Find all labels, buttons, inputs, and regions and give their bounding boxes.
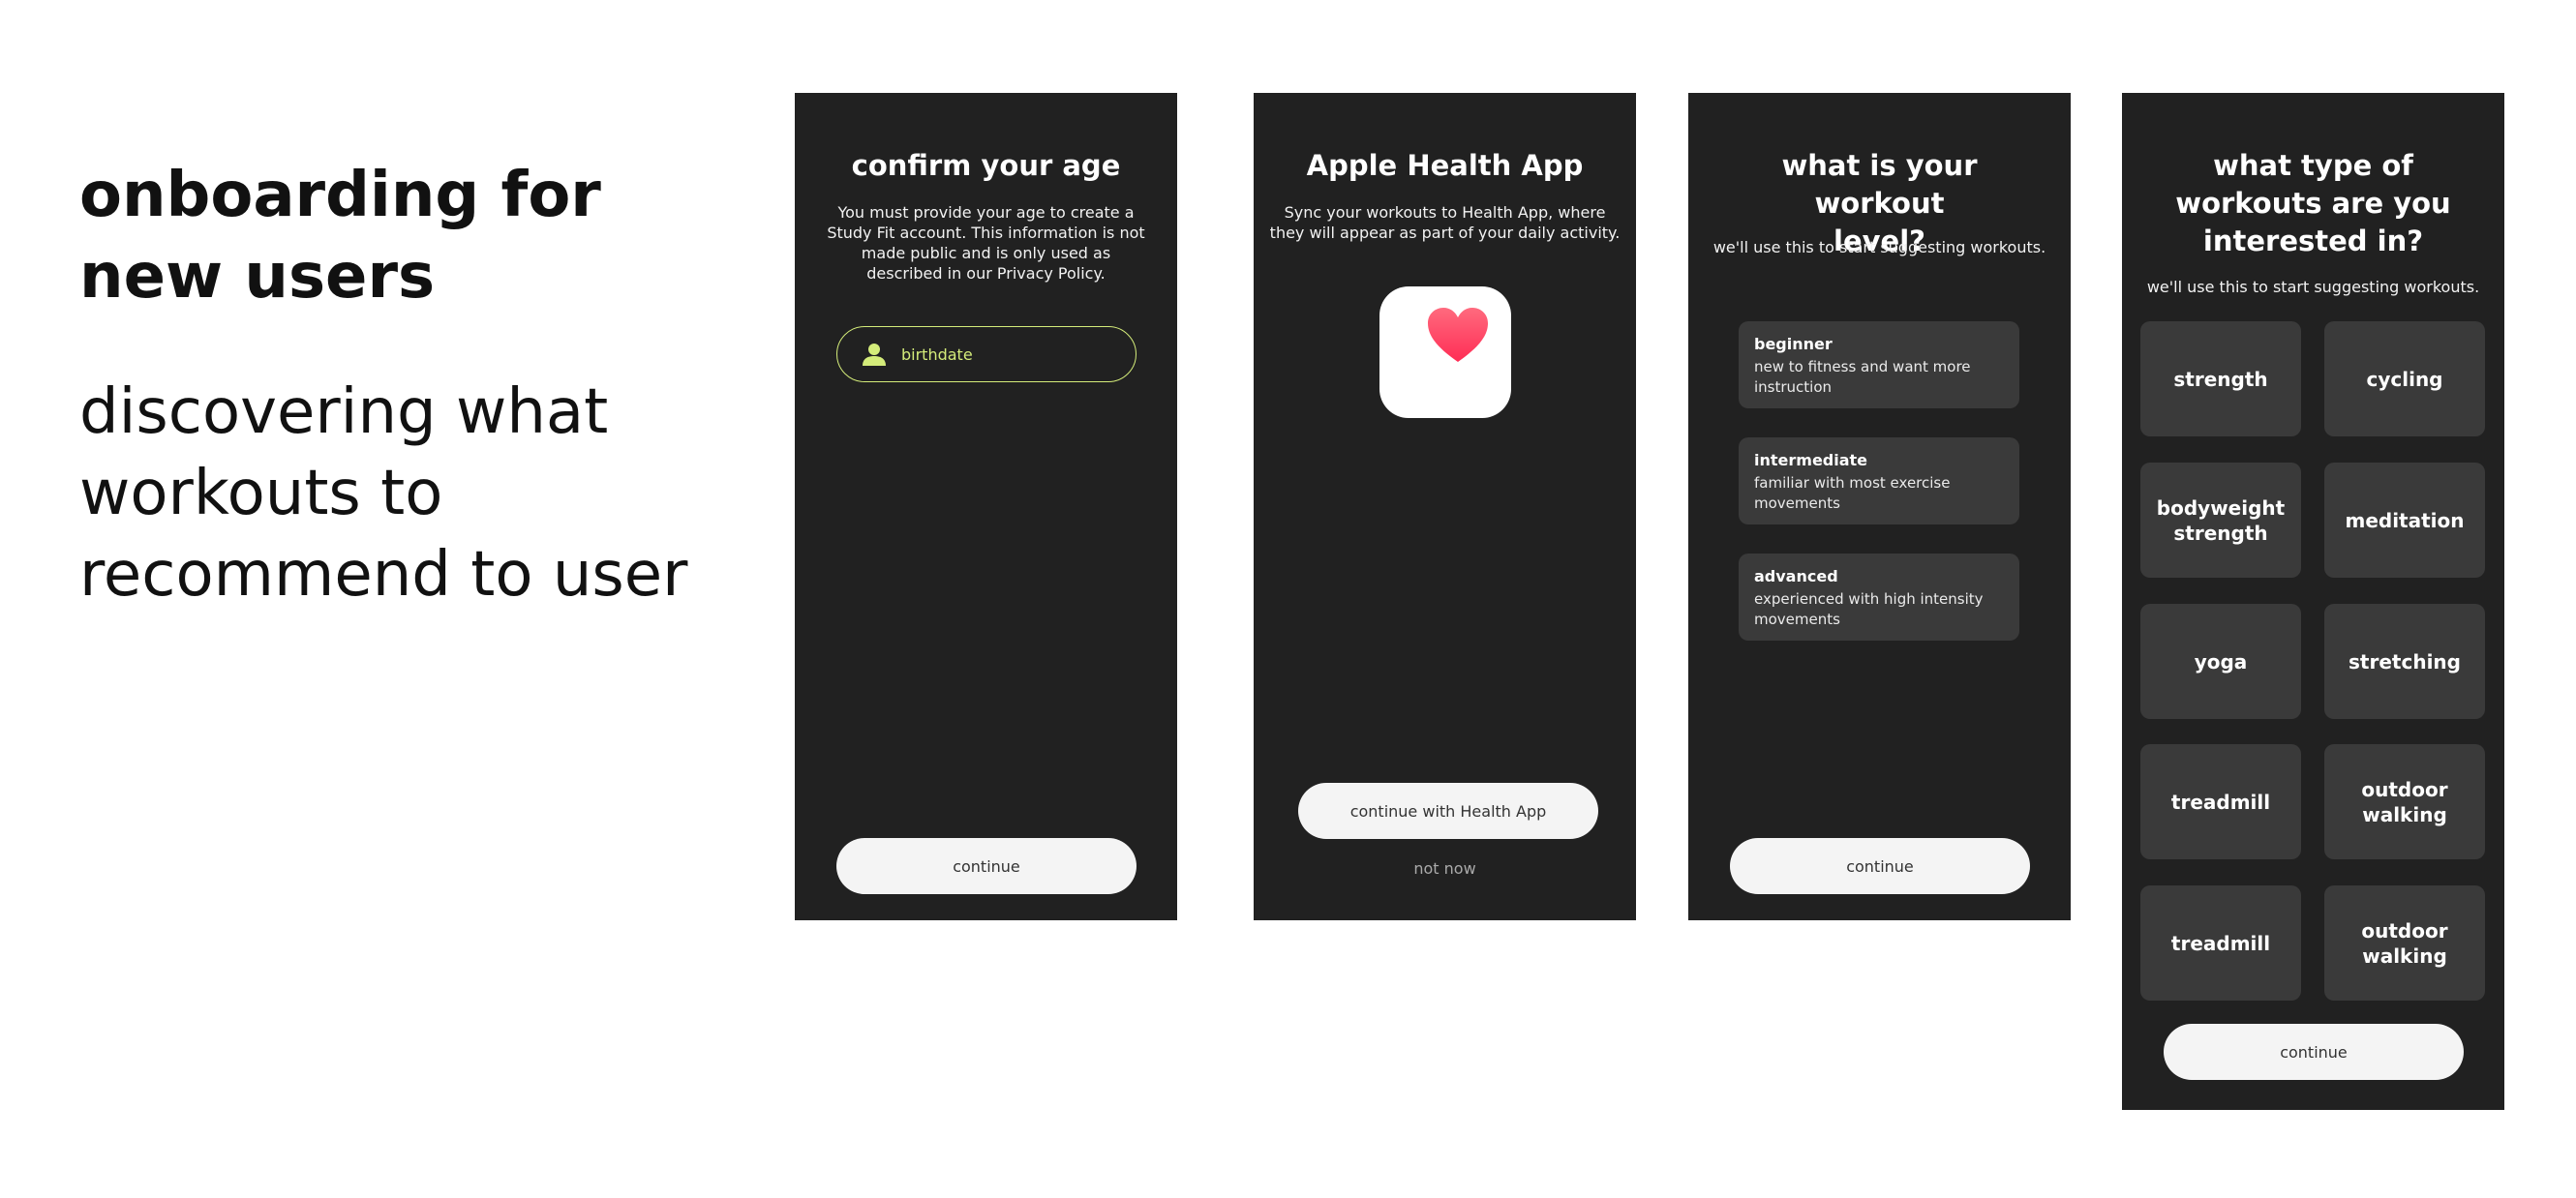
workout-type-tile[interactable]: treadmill bbox=[2140, 744, 2301, 859]
screen-description: Sync your workouts to Health App, where … bbox=[1269, 203, 1621, 242]
health-app-icon bbox=[1379, 286, 1511, 418]
screen-workout-types: what type of workouts are you interested… bbox=[2122, 93, 2504, 1110]
level-option-intermediate[interactable]: intermediate familiar with most exercise… bbox=[1739, 437, 2019, 524]
page-heading: onboarding for new users bbox=[79, 160, 601, 313]
level-description: familiar with most exercise movements bbox=[1754, 474, 1951, 512]
not-now-link[interactable]: not now bbox=[1254, 859, 1636, 878]
continue-with-health-button[interactable]: continue with Health App bbox=[1298, 783, 1598, 839]
screen-description: we'll use this to start suggesting worko… bbox=[1712, 238, 2046, 256]
screen-confirm-age: confirm your age You must provide your a… bbox=[795, 93, 1177, 920]
level-option-beginner[interactable]: beginner new to fitness and want more in… bbox=[1739, 321, 2019, 408]
level-name: intermediate bbox=[1754, 451, 1868, 469]
screen-description: we'll use this to start suggesting worko… bbox=[2146, 278, 2480, 296]
continue-button[interactable]: continue bbox=[1730, 838, 2030, 894]
level-name: beginner bbox=[1754, 335, 1833, 353]
page-subheading: discovering what workouts to recommend t… bbox=[79, 376, 688, 611]
workout-type-tile[interactable]: treadmill bbox=[2140, 885, 2301, 1001]
screen-title: confirm your age bbox=[851, 149, 1121, 182]
level-description: new to fitness and want more instruction bbox=[1754, 358, 1971, 396]
level-option-advanced[interactable]: advanced experienced with high intensity… bbox=[1739, 554, 2019, 641]
workout-type-tile[interactable]: stretching bbox=[2324, 604, 2485, 719]
screen-description: You must provide your age to create a St… bbox=[827, 203, 1145, 283]
workout-type-tile[interactable]: yoga bbox=[2140, 604, 2301, 719]
continue-button[interactable]: continue bbox=[2164, 1024, 2464, 1080]
workout-type-tile[interactable]: bodyweight strength bbox=[2140, 463, 2301, 578]
user-icon bbox=[861, 341, 888, 368]
workout-type-tile[interactable]: cycling bbox=[2324, 321, 2485, 436]
birthdate-placeholder: birthdate bbox=[901, 344, 973, 364]
birthdate-field[interactable]: birthdate bbox=[836, 326, 1136, 382]
level-description: experienced with high intensity movement… bbox=[1754, 590, 1984, 628]
workout-type-tile[interactable]: meditation bbox=[2324, 463, 2485, 578]
screen-apple-health: Apple Health App Sync your workouts to H… bbox=[1254, 93, 1636, 920]
workout-type-tile[interactable]: outdoor walking bbox=[2324, 744, 2485, 859]
workout-type-tile[interactable]: strength bbox=[2140, 321, 2301, 436]
level-name: advanced bbox=[1754, 567, 1838, 585]
heart-icon bbox=[1428, 308, 1488, 362]
screen-title: what type of workouts are you interested… bbox=[2175, 149, 2451, 257]
screen-title: Apple Health App bbox=[1306, 149, 1584, 182]
continue-button[interactable]: continue bbox=[836, 838, 1136, 894]
workout-type-tile[interactable]: outdoor walking bbox=[2324, 885, 2485, 1001]
screen-workout-level: what is your workout level? we'll use th… bbox=[1688, 93, 2071, 920]
